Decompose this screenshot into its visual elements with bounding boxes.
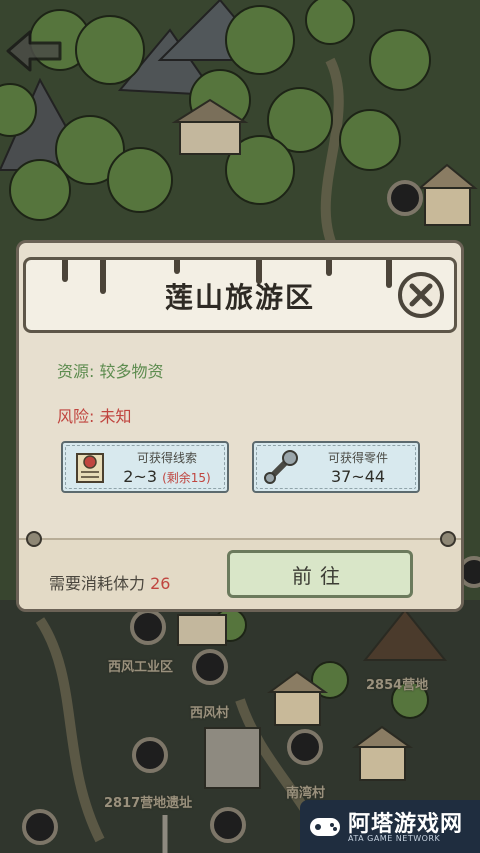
map-label-west-village[interactable]: 西风村 bbox=[190, 702, 229, 721]
risk-label: 风险: bbox=[57, 407, 95, 426]
close-button[interactable] bbox=[396, 270, 446, 320]
dialog-footer: 需要消耗体力 26 前往 bbox=[19, 531, 461, 609]
map-scroll-icon bbox=[76, 453, 104, 483]
gamepad-icon bbox=[310, 818, 340, 836]
rivet-icon bbox=[26, 531, 42, 547]
map-label-south-bay-village[interactable]: 南湾村 bbox=[286, 782, 325, 801]
wrench-icon bbox=[264, 450, 298, 484]
back-arrow-icon bbox=[6, 30, 62, 72]
reward-range: 37~44 bbox=[330, 467, 386, 486]
resource-info: 资源: 较多物资 bbox=[57, 358, 164, 382]
reward-label: 可获得线索 bbox=[136, 451, 197, 465]
reward-remaining: (剩余15) bbox=[162, 471, 211, 485]
drip-decoration bbox=[326, 260, 332, 276]
location-dialog: 莲山旅游区 资源: 较多物资 风险: 未知 可获得线索 2~3 (剩余15) 可… bbox=[16, 240, 464, 612]
dialog-title: 莲山旅游区 bbox=[164, 281, 315, 314]
risk-info: 风险: 未知 bbox=[57, 403, 132, 427]
dialog-header: 莲山旅游区 bbox=[23, 257, 457, 333]
risk-value: 未知 bbox=[99, 407, 132, 426]
stamina-cost-label: 需要消耗体力 bbox=[49, 574, 146, 593]
reward-value: 37~44 bbox=[302, 467, 414, 486]
resource-label: 资源: bbox=[57, 362, 95, 381]
reward-card-parts: 可获得零件 37~44 bbox=[252, 441, 420, 493]
reward-card-clues: 可获得线索 2~3 (剩余15) bbox=[61, 441, 229, 493]
map-label-camp-2854[interactable]: 2854营地 bbox=[366, 674, 428, 693]
watermark-logo: 阿塔游戏网 ATA GAME NETWORK bbox=[300, 800, 480, 853]
watermark-subtext: ATA GAME NETWORK bbox=[348, 834, 441, 843]
map-label-west-industrial[interactable]: 西风工业区 bbox=[108, 656, 173, 675]
map-label-camp-ruins-2817[interactable]: 2817营地遗址 bbox=[104, 792, 192, 811]
close-icon bbox=[398, 272, 444, 318]
stamina-cost: 需要消耗体力 26 bbox=[49, 570, 170, 594]
drip-decoration bbox=[174, 260, 180, 274]
stamina-cost-value: 26 bbox=[150, 574, 171, 593]
back-button[interactable] bbox=[4, 28, 66, 74]
go-button[interactable]: 前往 bbox=[227, 550, 413, 598]
reward-range: 2~3 bbox=[123, 467, 158, 486]
reward-value: 2~3 (剩余15) bbox=[111, 467, 223, 486]
reward-label: 可获得零件 bbox=[327, 451, 388, 465]
rivet-icon bbox=[440, 531, 456, 547]
resource-value: 较多物资 bbox=[99, 362, 164, 381]
